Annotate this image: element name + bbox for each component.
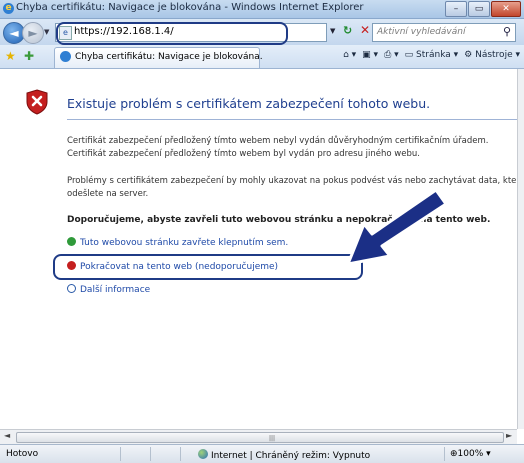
warning-text-2: odešlete na server.: [67, 189, 149, 199]
forward-button[interactable]: ►: [22, 22, 44, 44]
security-zone-label: Internet | Chráněný režim: Vypnuto: [211, 451, 371, 461]
refresh-icon[interactable]: ↻: [343, 24, 352, 37]
address-highlight-annotation: [56, 22, 288, 45]
security-shield-icon: [26, 89, 48, 115]
status-divider: [444, 447, 445, 461]
tab-label: Chyba certifikátu: Navigace je blokována…: [75, 52, 263, 62]
page-title: Existuje problém s certifikátem zabezpeč…: [67, 96, 431, 111]
search-input[interactable]: Aktivní vyhledávání: [377, 27, 465, 37]
scroll-grip-icon: |||: [269, 435, 276, 442]
expand-icon: [67, 284, 76, 293]
warning-text-1: Problémy s certifikátem zabezpečení by m…: [67, 176, 517, 186]
scroll-left-icon[interactable]: ◄: [4, 431, 10, 440]
status-bar: Hotovo Internet | Chráněný režim: Vypnut…: [0, 444, 524, 463]
more-info-link[interactable]: Další informace: [67, 284, 150, 295]
close-window-button[interactable]: ✕: [491, 1, 521, 17]
home-icon[interactable]: ⌂ ▾: [343, 50, 356, 60]
minimize-button[interactable]: –: [445, 1, 467, 17]
add-favorites-icon[interactable]: ✚: [24, 49, 34, 63]
pointer-arrow-icon: [346, 188, 448, 266]
maximize-button[interactable]: ▭: [468, 1, 490, 17]
window-title: Chyba certifikátu: Navigace je blokována…: [16, 2, 364, 13]
ie-logo-icon: e: [3, 3, 14, 14]
search-icon[interactable]: ⚲: [503, 25, 511, 38]
tab-ie-icon: [60, 51, 71, 62]
history-dropdown-icon[interactable]: ▼: [44, 28, 49, 36]
zoom-level[interactable]: ⊕100% ▾: [450, 449, 491, 459]
search-box[interactable]: Aktivní vyhledávání ⚲: [372, 23, 516, 42]
status-divider: [180, 447, 181, 461]
print-icon[interactable]: ⎙ ▾: [384, 50, 399, 60]
cert-reason-1: Certifikát zabezpečení předložený tímto …: [67, 136, 489, 146]
window-controls: – ▭ ✕: [445, 1, 521, 17]
checkmark-icon: [67, 237, 76, 246]
feeds-icon[interactable]: ▣ ▾: [362, 50, 378, 60]
vertical-scrollbar[interactable]: [517, 69, 524, 429]
tools-menu[interactable]: ⚙ Nástroje ▾: [464, 50, 520, 60]
security-zone[interactable]: Internet | Chráněný režim: Vypnuto: [198, 449, 370, 461]
browser-window: e Chyba certifikátu: Navigace je bloková…: [0, 0, 524, 463]
continue-highlight-annotation: [53, 254, 363, 280]
globe-icon: [198, 449, 208, 459]
status-divider: [150, 447, 151, 461]
title-bar: e Chyba certifikátu: Navigace je bloková…: [0, 0, 524, 19]
horizontal-scrollbar[interactable]: ◄ ||| ►: [0, 429, 517, 444]
zoom-value: 100%: [457, 449, 484, 459]
divider: [67, 119, 517, 120]
tools-menu-label: Nástroje: [475, 50, 513, 60]
tab-certificate-error[interactable]: Chyba certifikátu: Navigace je blokována…: [54, 47, 263, 68]
favorites-star-icon[interactable]: ★: [5, 49, 16, 63]
page-menu[interactable]: ▭ Stránka ▾: [405, 50, 459, 60]
address-dropdown-icon[interactable]: ▼: [330, 27, 335, 35]
more-info-label: Další informace: [80, 285, 151, 295]
tab-bar: ★ ✚ Chyba certifikátu: Navigace je bloko…: [0, 45, 524, 69]
scroll-thumb[interactable]: |||: [16, 432, 504, 443]
close-page-link[interactable]: Tuto webovou stránku zavřete klepnutím s…: [67, 237, 288, 248]
cert-reason-2: Certifikát zabezpečení předložený tímto …: [67, 149, 420, 159]
scroll-right-icon[interactable]: ►: [506, 431, 512, 440]
close-page-link-label: Tuto webovou stránku zavřete klepnutím s…: [80, 238, 289, 248]
status-divider: [120, 447, 121, 461]
page-menu-label: Stránka: [416, 50, 451, 60]
stop-icon[interactable]: ✕: [360, 23, 370, 37]
status-text: Hotovo: [6, 449, 39, 459]
command-bar: ⌂ ▾ ▣ ▾ ⎙ ▾ ▭ Stránka ▾ ⚙ Nástroje ▾: [343, 50, 520, 60]
